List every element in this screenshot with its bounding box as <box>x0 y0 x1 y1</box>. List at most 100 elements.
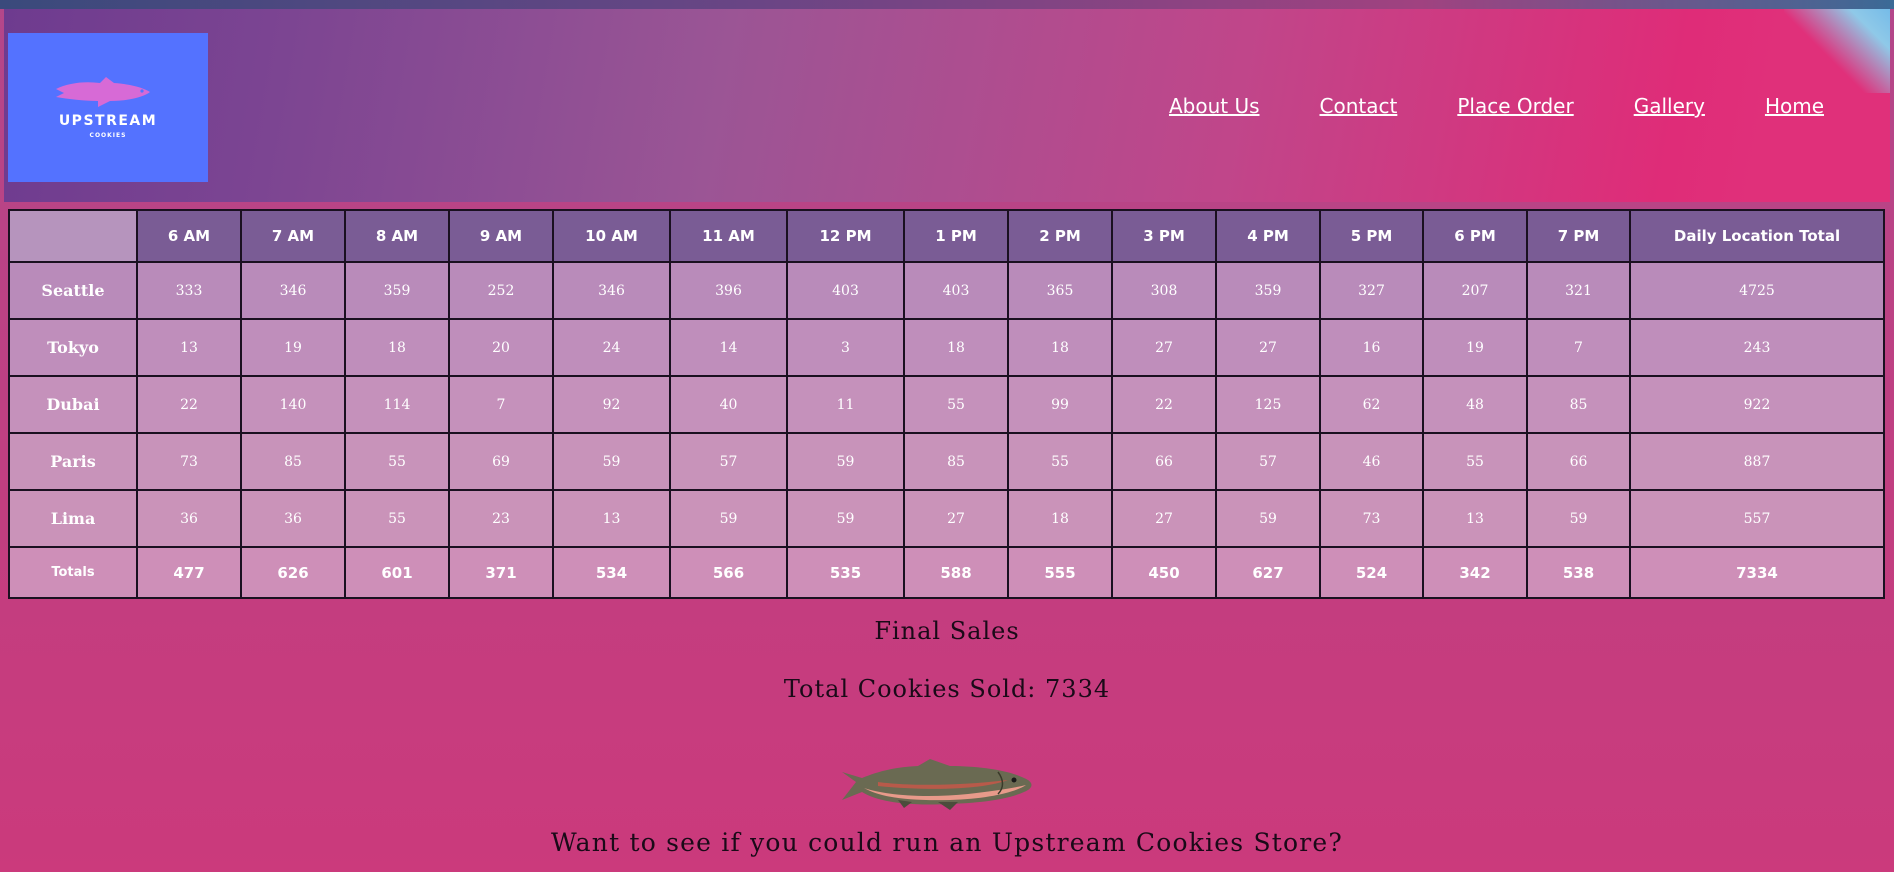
header-cell: 12 PM <box>786 209 905 263</box>
location-total-cell: 922 <box>1629 375 1885 434</box>
sales-cell: 365 <box>1007 261 1113 320</box>
total-cookies-line: Total Cookies Sold: 7334 <box>0 675 1894 703</box>
sales-cell: 19 <box>240 318 346 377</box>
sales-cell: 85 <box>903 432 1009 491</box>
hourly-total-cell: 342 <box>1422 546 1528 599</box>
header-cell: 1 PM <box>903 209 1009 263</box>
sales-cell: 13 <box>136 318 242 377</box>
hourly-total-cell: 477 <box>136 546 242 599</box>
nav-contact[interactable]: Contact <box>1320 94 1398 118</box>
location-total-cell: 4725 <box>1629 261 1885 320</box>
sales-cell: 22 <box>1111 375 1217 434</box>
sales-cell: 73 <box>1319 489 1424 548</box>
sales-cell: 333 <box>136 261 242 320</box>
sales-cell: 3 <box>786 318 905 377</box>
table-row: Dubai 22 140 114 7 92 40 11 55 99 22 125 62 48 85 922 <box>8 375 1885 434</box>
sales-cell: 22 <box>136 375 242 434</box>
sales-cell: 55 <box>344 489 450 548</box>
sales-cell: 55 <box>1007 432 1113 491</box>
sales-cell: 36 <box>240 489 346 548</box>
total-cookies-label: Total Cookies Sold: <box>783 675 1037 703</box>
sales-cell: 59 <box>552 432 671 491</box>
header-cell: 8 AM <box>344 209 450 263</box>
sales-cell: 7 <box>448 375 554 434</box>
sales-cell: 20 <box>448 318 554 377</box>
sales-cell: 11 <box>786 375 905 434</box>
sales-cell: 13 <box>1422 489 1528 548</box>
sales-cell: 18 <box>903 318 1009 377</box>
sales-cell: 85 <box>240 432 346 491</box>
table-footer: Totals 477 626 601 371 534 566 535 588 555 450 627 5… <box>8 546 1885 599</box>
sales-cell: 46 <box>1319 432 1424 491</box>
sales-cell: 125 <box>1215 375 1321 434</box>
sales-cell: 57 <box>669 432 788 491</box>
header-cell: 6 PM <box>1422 209 1528 263</box>
nav-gallery[interactable]: Gallery <box>1634 94 1705 118</box>
site-header: UPSTREAM COOKIES About Us Contact Place … <box>4 9 1890 202</box>
header-cell: 6 AM <box>136 209 242 263</box>
grand-total-cell: 7334 <box>1629 546 1885 599</box>
sales-cell: 403 <box>903 261 1009 320</box>
hourly-total-cell: 601 <box>344 546 450 599</box>
hourly-total-cell: 535 <box>786 546 905 599</box>
table-row: Seattle 333 346 359 252 346 396 403 403 365 308 359… <box>8 261 1885 320</box>
location-total-cell: 243 <box>1629 318 1885 377</box>
sales-cell: 66 <box>1526 432 1631 491</box>
sales-cell: 62 <box>1319 375 1424 434</box>
sales-cell: 403 <box>786 261 905 320</box>
location-cell: Dubai <box>8 375 138 434</box>
sales-cell: 27 <box>903 489 1009 548</box>
sales-cell: 85 <box>1526 375 1631 434</box>
sales-cell: 27 <box>1215 318 1321 377</box>
sales-cell: 59 <box>1215 489 1321 548</box>
sales-cell: 59 <box>669 489 788 548</box>
total-cookies-value: 7334 <box>1045 675 1111 703</box>
cta-text: Want to see if you could run an Upstream… <box>550 828 1344 857</box>
totals-row: Totals 477 626 601 371 534 566 535 588 555 450 627 5… <box>8 546 1885 599</box>
header-cell: 7 PM <box>1526 209 1631 263</box>
sales-cell: 359 <box>1215 261 1321 320</box>
fish-icon <box>56 77 150 107</box>
hourly-total-cell: 371 <box>448 546 554 599</box>
hourly-total-cell: 555 <box>1007 546 1113 599</box>
nav-place-order[interactable]: Place Order <box>1457 94 1573 118</box>
sales-cell: 308 <box>1111 261 1217 320</box>
sales-table: 6 AM 7 AM 8 AM 9 AM 10 AM 11 AM 12 PM 1 … <box>8 209 1885 599</box>
sales-cell: 7 <box>1526 318 1631 377</box>
header-cell: 2 PM <box>1007 209 1113 263</box>
nav-about-us[interactable]: About Us <box>1169 94 1260 118</box>
sales-cell: 140 <box>240 375 346 434</box>
logo[interactable]: UPSTREAM COOKIES <box>8 33 208 182</box>
sales-cell: 27 <box>1111 318 1217 377</box>
sales-cell: 346 <box>240 261 346 320</box>
table-row: Tokyo 13 19 18 20 24 14 3 18 18 27 27 16 19 7 243 <box>8 318 1885 377</box>
nav-home[interactable]: Home <box>1765 94 1824 118</box>
header-cell: 11 AM <box>669 209 788 263</box>
sales-cell: 69 <box>448 432 554 491</box>
sales-cell: 252 <box>448 261 554 320</box>
location-cell: Tokyo <box>8 318 138 377</box>
sales-cell: 40 <box>669 375 788 434</box>
sales-cell: 66 <box>1111 432 1217 491</box>
location-cell: Lima <box>8 489 138 548</box>
header-cell: 5 PM <box>1319 209 1424 263</box>
sales-cell: 36 <box>136 489 242 548</box>
final-sales-heading: Final Sales <box>874 617 1020 645</box>
sales-cell: 396 <box>669 261 788 320</box>
top-border <box>0 0 1894 9</box>
sales-cell: 99 <box>1007 375 1113 434</box>
sales-cell: 23 <box>448 489 554 548</box>
sales-cell: 18 <box>344 318 450 377</box>
sales-cell: 346 <box>552 261 671 320</box>
sales-cell: 16 <box>1319 318 1424 377</box>
location-cell: Seattle <box>8 261 138 320</box>
hourly-total-cell: 524 <box>1319 546 1424 599</box>
table-row: Paris 73 85 55 69 59 57 59 85 55 66 57 46 55 66 887 <box>8 432 1885 491</box>
location-total-cell: 887 <box>1629 432 1885 491</box>
sales-cell: 59 <box>786 432 905 491</box>
totals-label-cell: Totals <box>8 546 138 599</box>
sales-cell: 55 <box>344 432 450 491</box>
location-total-cell: 557 <box>1629 489 1885 548</box>
sales-cell: 57 <box>1215 432 1321 491</box>
header-corner-accent <box>1784 9 1890 93</box>
